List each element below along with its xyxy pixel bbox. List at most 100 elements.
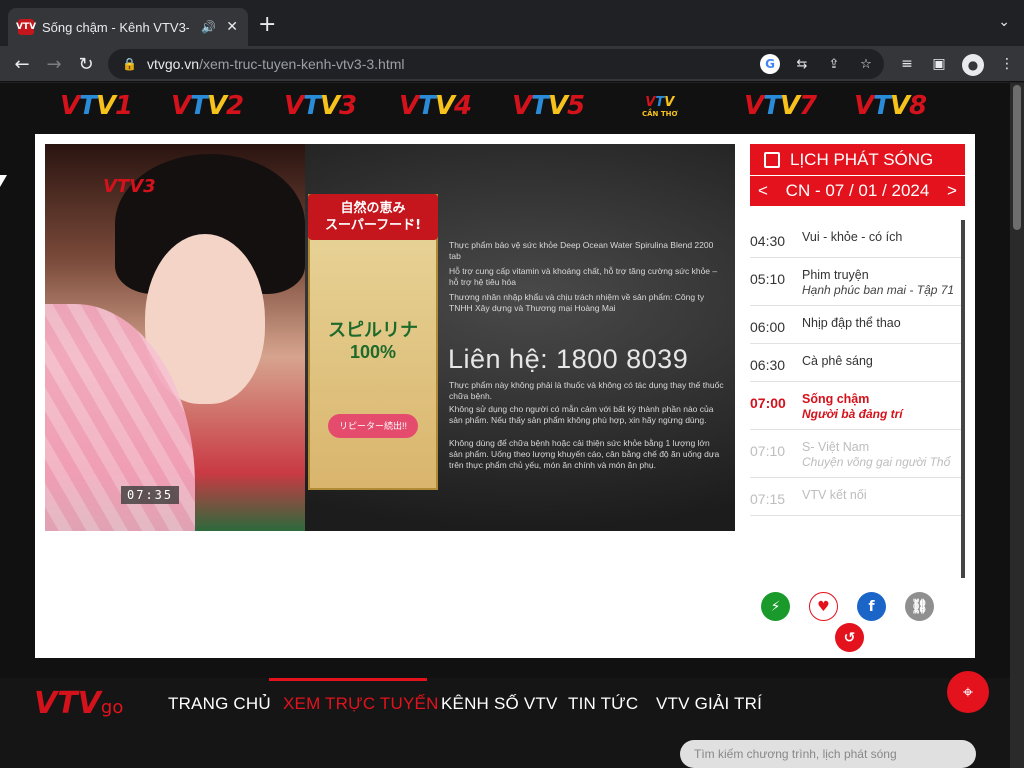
- player-card: VTV3 07:35 自然の恵み スーパーフード! スピルリナ 100% リピー…: [35, 134, 975, 658]
- schedule-row[interactable]: 05:10 Phim truyện Hạnh phúc ban mai - Tập …: [750, 258, 961, 306]
- facebook-icon[interactable]: f: [857, 592, 886, 621]
- schedule-time: 07:10: [750, 443, 786, 459]
- video-player[interactable]: VTV3 07:35 自然の恵み スーパーフード! スピルリナ 100% リピー…: [45, 144, 735, 531]
- search-input[interactable]: Tìm kiếm chương trình, lịch phát sóng: [680, 740, 976, 768]
- product-name-line1: スピルリナ: [328, 320, 418, 340]
- schedule-time: 06:00: [750, 319, 786, 335]
- schedule-row[interactable]: 07:10 S- Việt Nam Chuyện võng gai người Th…: [750, 430, 961, 478]
- schedule-program: S- Việt Nam: [802, 440, 870, 454]
- channel-vtv-cantho[interactable]: VTV CẦN THƠ: [642, 95, 678, 118]
- mouse-cursor: [0, 175, 7, 187]
- link-icon[interactable]: ⛓: [905, 592, 934, 621]
- schedule-panel: LỊCH PHÁT SÓNG < CN - 07 / 01 / 2024 > 0…: [750, 144, 965, 578]
- chevron-down-icon[interactable]: ⌄: [998, 14, 1010, 30]
- scrollbar-thumb[interactable]: [1013, 85, 1021, 230]
- schedule-info: S- Việt Nam Chuyện võng gai người Thổ: [802, 440, 961, 469]
- nav-news[interactable]: TIN TỨC: [568, 694, 638, 714]
- new-tab-button[interactable]: +: [258, 12, 276, 37]
- url-host: vtvgo.vn: [146, 56, 200, 72]
- tab-title: Sống chậm - Kênh VTV3-: [42, 19, 190, 35]
- channel-vtv7[interactable]: VTV7: [744, 91, 817, 121]
- share-icon[interactable]: ⇪: [824, 54, 844, 74]
- nav-home[interactable]: TRANG CHỦ: [168, 694, 271, 714]
- kebab-menu-icon[interactable]: ⋮: [998, 54, 1016, 74]
- forward-arrow-icon[interactable]: →: [40, 50, 68, 78]
- schedule-row[interactable]: 06:30 Cà phê sáng: [750, 344, 961, 382]
- video-frame-woman: [45, 144, 305, 531]
- product-badge: リピーター続出!!: [328, 414, 418, 438]
- site-footer-nav: VTVgo TRANG CHỦ XEM TRỰC TUYẾN KÊNH SỐ V…: [0, 678, 1010, 768]
- product-banner-line2: スーパーフード!: [324, 218, 422, 233]
- schedule-episode: Người bà đảng trí: [802, 407, 903, 421]
- address-bar[interactable]: 🔒 vtvgo.vn/xem-truc-tuyen-kenh-vtv3-3.ht…: [108, 49, 884, 79]
- next-day-button[interactable]: >: [947, 181, 957, 201]
- schedule-row[interactable]: 07:00 Sống chậm Người bà đảng trí: [750, 382, 961, 430]
- schedule-row[interactable]: 04:30 Vui - khỏe - có ích: [750, 220, 961, 258]
- schedule-info: Sống chậm Người bà đảng trí: [802, 392, 961, 421]
- ad-text-5: Không sử dụng cho người có mẫn cảm với b…: [449, 404, 714, 425]
- channel-vtv5[interactable]: VTV5: [512, 91, 585, 121]
- page-scrollbar[interactable]: [1010, 83, 1024, 768]
- page-viewport: VTV1 VTV2 VTV3 VTV4 VTV5 VTV CẦN THƠ VTV7 VTV8 V…: [0, 83, 1010, 768]
- vtvgo-logo[interactable]: VTVgo: [34, 686, 123, 721]
- url-path: /xem-truc-tuyen-kenh-vtv3-3.html: [199, 56, 405, 72]
- nav-digital-channels[interactable]: KÊNH SỐ VTV: [441, 694, 558, 714]
- schedule-time: 04:30: [750, 233, 786, 249]
- translate-icon[interactable]: ⇆: [792, 54, 812, 74]
- schedule-program: Sống chậm: [802, 392, 870, 406]
- schedule-date: CN - 07 / 01 / 2024: [785, 181, 930, 200]
- speaker-icon[interactable]: 🔊: [201, 20, 216, 34]
- browser-tab[interactable]: VTV Sống chậm - Kênh VTV3- 🔊 ✕: [8, 8, 248, 46]
- schedule-info: Phim truyện Hạnh phúc ban mai - Tập 71: [802, 268, 961, 297]
- logo-vtv: VTV: [34, 686, 101, 721]
- channel-vtv8[interactable]: VTV8: [854, 91, 927, 121]
- vtv3-watermark: VTV3: [103, 176, 156, 197]
- media-queue-icon[interactable]: ≡: [898, 54, 916, 74]
- channel-vtv4[interactable]: VTV4: [399, 91, 472, 121]
- nav-live[interactable]: XEM TRỰC TUYẾN: [283, 694, 439, 714]
- nav-entertainment[interactable]: VTV GIẢI TRÍ: [656, 694, 762, 714]
- vtv-favicon-icon: VTV: [16, 19, 36, 35]
- calendar-icon: [764, 151, 780, 168]
- product-name-line2: 100%: [349, 342, 397, 362]
- ad-text-6: Không dùng để chữa bệnh hoặc cải thiện s…: [449, 438, 720, 470]
- schedule-row[interactable]: 07:15 VTV kết nối: [750, 478, 961, 516]
- mouse-scroll-icon[interactable]: ⌖: [947, 671, 989, 713]
- ad-phone: Liên hệ: 1800 8039: [448, 344, 689, 374]
- ad-text-2: Hỗ trợ cung cấp vitamin và khoáng chất, …: [449, 266, 718, 287]
- ad-text-1: Thực phẩm bảo vệ sức khỏe Deep Ocean Wat…: [449, 240, 714, 261]
- schedule-program: Phim truyện: [802, 268, 869, 282]
- product-banner-line1: 自然の恵み: [340, 201, 406, 216]
- side-panel-icon[interactable]: ▣: [930, 54, 948, 74]
- schedule-time: 06:30: [750, 357, 786, 373]
- schedule-info: Vui - khỏe - có ích: [802, 230, 961, 249]
- schedule-info: VTV kết nối: [802, 488, 961, 507]
- active-nav-indicator: [269, 678, 427, 681]
- schedule-list[interactable]: 04:30 Vui - khỏe - có ích 05:10 Phim truyện…: [750, 220, 965, 578]
- video-clock: 07:35: [121, 486, 180, 504]
- google-icon[interactable]: G: [760, 54, 780, 74]
- replay-icon[interactable]: ↺: [835, 623, 864, 652]
- back-arrow-icon[interactable]: ←: [8, 50, 36, 78]
- prev-day-button[interactable]: <: [758, 181, 768, 201]
- schedule-title: LỊCH PHÁT SÓNG: [790, 149, 934, 169]
- channel-vtv3[interactable]: VTV3: [284, 91, 357, 121]
- channel-vtv1[interactable]: VTV1: [60, 91, 133, 121]
- reload-icon[interactable]: ↻: [72, 50, 100, 78]
- close-icon[interactable]: ✕: [226, 19, 238, 35]
- schedule-time: 05:10: [750, 271, 786, 287]
- schedule-header: LỊCH PHÁT SÓNG: [750, 144, 965, 175]
- channel-vtv2[interactable]: VTV2: [171, 91, 244, 121]
- schedule-info: Nhịp đập thể thao: [802, 316, 961, 335]
- bookmark-star-icon[interactable]: ☆: [856, 54, 876, 74]
- schedule-scroll-indicator: [961, 240, 965, 300]
- schedule-program: VTV kết nối: [802, 488, 867, 502]
- schedule-episode: Chuyện võng gai người Thổ: [802, 455, 951, 469]
- logo-go: go: [100, 697, 124, 718]
- profile-avatar-icon[interactable]: ●: [962, 54, 984, 76]
- channel-sub: CẦN THƠ: [642, 110, 678, 118]
- heart-icon[interactable]: ♥: [809, 592, 838, 621]
- product-name: スピルリナ 100%: [320, 319, 426, 363]
- lightning-icon[interactable]: ⚡: [761, 592, 790, 621]
- schedule-row[interactable]: 06:00 Nhịp đập thể thao: [750, 306, 961, 344]
